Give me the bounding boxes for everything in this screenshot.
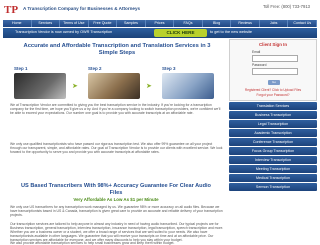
step-2: Step 2 <box>85 66 145 102</box>
nav-faqs[interactable]: FAQs <box>174 20 203 27</box>
step-1-label: Step 1 <box>14 66 28 71</box>
us-paragraph-3: We also provide affordable transcription… <box>10 241 175 245</box>
menu-interview-transcription[interactable]: Interview Transcription <box>229 156 317 164</box>
nav-services[interactable]: Services <box>32 20 61 27</box>
banner-new-site-text: to get to the new website <box>210 30 253 34</box>
arrow-icon: ➤ <box>146 83 152 90</box>
us-paragraph-2: Our transcription services are tailored … <box>10 222 224 242</box>
client-login-box: Client Sign In Email Password Go Registe… <box>229 39 317 101</box>
login-title: Client Sign In <box>258 42 288 47</box>
banner-notice-text: Transcription Vendor is now owned by OWR… <box>15 30 113 34</box>
nav-jobs[interactable]: Jobs <box>260 20 289 27</box>
nav-prices[interactable]: Prices <box>146 20 175 27</box>
notice-banner: Transcription Vendor is now owned by OWR… <box>3 28 317 38</box>
menu-business-transcription[interactable]: Business Transcription <box>229 111 317 119</box>
us-section-title: US Based Transcribers With 98%+ Accuracy… <box>21 183 211 196</box>
step-3-documents-image <box>162 73 214 99</box>
register-link[interactable]: Registered Client? Click to Upload Files <box>230 88 316 92</box>
step-2-label: Step 2 <box>88 66 102 71</box>
steps-row: Step 1 ➤ Step 2 ➤ Step 3 <box>11 66 221 102</box>
menu-sermon-transcription[interactable]: Sermon Transcription <box>229 183 317 191</box>
step-2-typing-image <box>88 73 140 99</box>
nav-free-quote[interactable]: Free Quote <box>89 20 118 27</box>
services-menu: Translation Services Business Transcript… <box>229 102 317 192</box>
password-label: Password <box>252 63 267 67</box>
login-go-button[interactable]: Go <box>268 80 280 85</box>
intro-paragraph-2: We only use qualified transcriptionists … <box>10 142 223 155</box>
site-tagline: A Transcription Company for Businesses &… <box>23 6 141 11</box>
nav-samples[interactable]: Samples <box>117 20 146 27</box>
step-3-label: Step 3 <box>162 66 176 71</box>
company-logo[interactable]: TP <box>3 1 19 17</box>
site-header: TP A Transcription Company for Businesse… <box>0 0 320 19</box>
nav-reviews[interactable]: Reviews <box>231 20 260 27</box>
step-1-headset-image <box>14 73 66 99</box>
menu-legal-transcription[interactable]: Legal Transcription <box>229 120 317 128</box>
email-label: Email <box>252 50 261 54</box>
arrow-icon: ➤ <box>72 83 78 90</box>
menu-translation-services[interactable]: Translation Services <box>229 102 317 110</box>
nav-home[interactable]: Home <box>3 20 32 27</box>
toll-free-number: Toll Free: (800) 733-7913 <box>262 4 310 9</box>
us-paragraph-1: We only use US transcribers for any tran… <box>10 205 223 218</box>
password-field[interactable] <box>252 68 298 75</box>
nav-contact[interactable]: Contact Us <box>288 20 318 27</box>
menu-focus-group-transcription[interactable]: Focus Group Transcription <box>229 147 317 155</box>
us-section-subtitle: Very Affordable As Low As $1 per Minute <box>73 197 159 202</box>
step-1: Step 1 <box>11 66 71 102</box>
step-3: Step 3 <box>159 66 219 102</box>
nav-blog[interactable]: Blog <box>203 20 232 27</box>
hero-title: Accurate and Affordable Transcription an… <box>23 43 211 56</box>
menu-conference-transcription[interactable]: Conference Transcription <box>229 138 317 146</box>
nav-terms[interactable]: Terms of Use <box>60 20 89 27</box>
click-here-button[interactable]: CLICK HERE <box>154 29 207 37</box>
forgot-password-link[interactable]: Forgot your Password? <box>230 93 316 97</box>
intro-paragraph-1: We at Transcription Vendor are committed… <box>10 103 221 116</box>
main-nav: Home Services Terms of Use Free Quote Sa… <box>3 20 318 27</box>
menu-meeting-transcription[interactable]: Meeting Transcription <box>229 165 317 173</box>
svg-text:TP: TP <box>4 4 18 16</box>
email-field[interactable] <box>252 55 298 62</box>
menu-medical-transcription[interactable]: Medical Transcription <box>229 174 317 182</box>
menu-academic-transcription[interactable]: Academic Transcription <box>229 129 317 137</box>
